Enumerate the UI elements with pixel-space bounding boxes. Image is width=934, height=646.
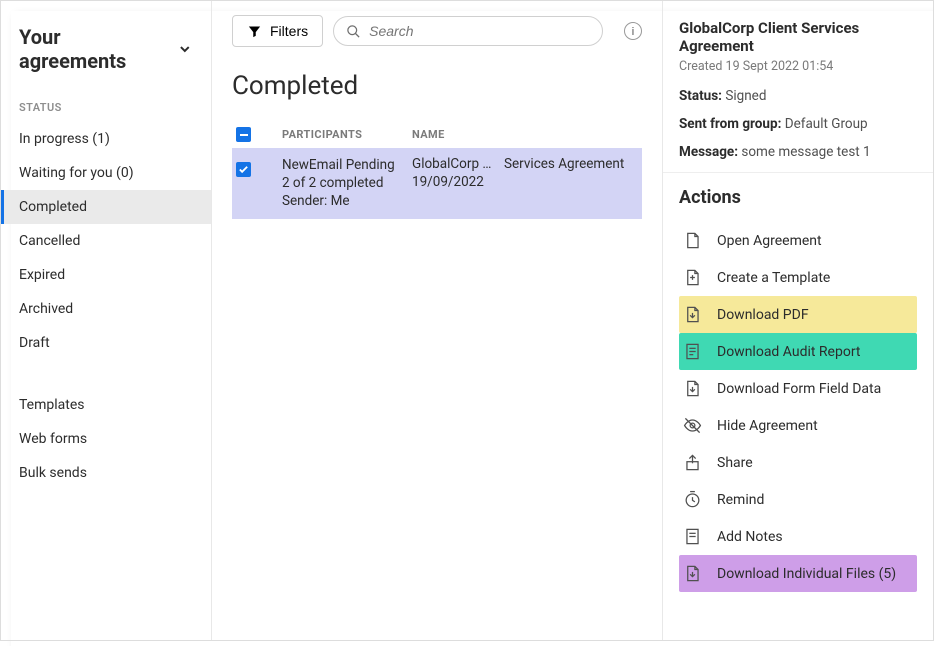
row-name-part1: GlobalCorp Client: [412, 156, 500, 172]
action-label: Download Audit Report: [717, 344, 861, 360]
notes-icon: [683, 527, 702, 546]
action-download-audit[interactable]: Download Audit Report: [679, 333, 917, 370]
sidebar-group-other: Templates Web forms Bulk sends: [1, 388, 211, 490]
check-icon: [238, 164, 249, 175]
sidebar-item-archived[interactable]: Archived: [1, 292, 211, 326]
participant-progress: 2 of 2 completed: [282, 174, 412, 192]
row-check-cell: [232, 156, 282, 177]
table-header: PARTICIPANTS NAME: [232, 121, 642, 148]
sidebar-item-bulksends[interactable]: Bulk sends: [1, 456, 211, 490]
action-label: Share: [717, 455, 753, 471]
filters-label: Filters: [270, 23, 308, 39]
action-download-individual-files[interactable]: Download Individual Files (5): [679, 555, 917, 592]
action-label: Hide Agreement: [717, 418, 818, 434]
template-icon: [683, 268, 702, 287]
app-root: Your agreements STATUS In progress (1) W…: [0, 0, 934, 641]
form-data-icon: [683, 379, 702, 398]
row-participants: NewEmail Pending 2 of 2 completed Sender…: [282, 156, 412, 211]
sidebar-item-webforms[interactable]: Web forms: [1, 422, 211, 456]
sidebar-title[interactable]: Your agreements: [1, 15, 211, 93]
row-name-part2: Services Agreement: [504, 156, 624, 172]
document-icon: [683, 231, 702, 250]
page-title: Completed: [232, 71, 642, 101]
action-open-agreement[interactable]: Open Agreement: [679, 222, 917, 259]
download-files-icon: [683, 564, 702, 583]
sidebar-title-text: Your agreements: [19, 25, 169, 73]
action-share[interactable]: Share: [679, 444, 917, 481]
sidebar-item-draft[interactable]: Draft: [1, 326, 211, 360]
participant-name: NewEmail Pending: [282, 156, 412, 174]
filter-icon: [247, 24, 262, 39]
search-icon: [346, 24, 361, 39]
action-download-pdf[interactable]: Download PDF: [679, 296, 917, 333]
action-label: Add Notes: [717, 529, 783, 545]
sidebar: Your agreements STATUS In progress (1) W…: [1, 1, 212, 640]
col-participants: PARTICIPANTS: [282, 128, 412, 141]
divider: [663, 172, 933, 173]
action-download-form-data[interactable]: Download Form Field Data: [679, 370, 917, 407]
message-value: some message test 1: [741, 144, 870, 160]
info-icon[interactable]: i: [624, 22, 642, 40]
sidebar-item-expired[interactable]: Expired: [1, 258, 211, 292]
hide-icon: [683, 416, 702, 435]
action-label: Remind: [717, 492, 764, 508]
row-date: 19/09/2022: [412, 174, 642, 190]
action-label: Download Form Field Data: [717, 381, 881, 397]
sidebar-item-cancelled[interactable]: Cancelled: [1, 224, 211, 258]
sidebar-item-completed[interactable]: Completed: [1, 190, 211, 224]
sidebar-item-in-progress[interactable]: In progress (1): [1, 122, 211, 156]
action-label: Download PDF: [717, 307, 809, 323]
sidebar-item-waiting[interactable]: Waiting for you (0): [1, 156, 211, 190]
clock-icon: [683, 490, 702, 509]
action-label: Download Individual Files (5): [717, 566, 896, 582]
search-input[interactable]: [369, 23, 590, 39]
download-pdf-icon: [683, 305, 702, 324]
action-label: Create a Template: [717, 270, 830, 286]
row-checkbox[interactable]: [236, 162, 251, 177]
status-label: Status:: [679, 88, 722, 104]
filters-button[interactable]: Filters: [232, 15, 323, 47]
share-icon: [683, 453, 702, 472]
action-label: Open Agreement: [717, 233, 822, 249]
main-panel: Filters i Completed PARTICIPANTS NAME: [212, 1, 663, 640]
actions-heading: Actions: [679, 187, 917, 208]
detail-created: Created 19 Sept 2022 01:54: [679, 59, 917, 74]
select-all-checkbox[interactable]: [236, 127, 251, 142]
chevron-down-icon: [177, 41, 193, 57]
action-add-notes[interactable]: Add Notes: [679, 518, 917, 555]
sidebar-item-templates[interactable]: Templates: [1, 388, 211, 422]
detail-group: Sent from group: Default Group: [679, 116, 917, 132]
select-all-cell: [232, 127, 282, 142]
table-row[interactable]: NewEmail Pending 2 of 2 completed Sender…: [232, 148, 642, 219]
detail-message: Message: some message test 1: [679, 144, 917, 160]
action-remind[interactable]: Remind: [679, 481, 917, 518]
message-label: Message:: [679, 144, 738, 160]
row-name: GlobalCorp Client Services Agreement 19/…: [412, 156, 642, 190]
group-label: Sent from group:: [679, 116, 781, 132]
detail-status: Status: Signed: [679, 88, 917, 104]
detail-title: GlobalCorp Client Services Agreement: [679, 19, 917, 55]
action-hide-agreement[interactable]: Hide Agreement: [679, 407, 917, 444]
details-panel: GlobalCorp Client Services Agreement Cre…: [663, 1, 933, 640]
audit-report-icon: [683, 342, 702, 361]
search-field[interactable]: [333, 16, 603, 46]
status-heading: STATUS: [1, 93, 211, 122]
col-name: NAME: [412, 128, 642, 141]
toolbar: Filters i: [232, 15, 642, 47]
status-value: Signed: [725, 88, 766, 104]
group-value: Default Group: [785, 116, 868, 132]
participant-sender: Sender: Me: [282, 192, 412, 210]
action-create-template[interactable]: Create a Template: [679, 259, 917, 296]
